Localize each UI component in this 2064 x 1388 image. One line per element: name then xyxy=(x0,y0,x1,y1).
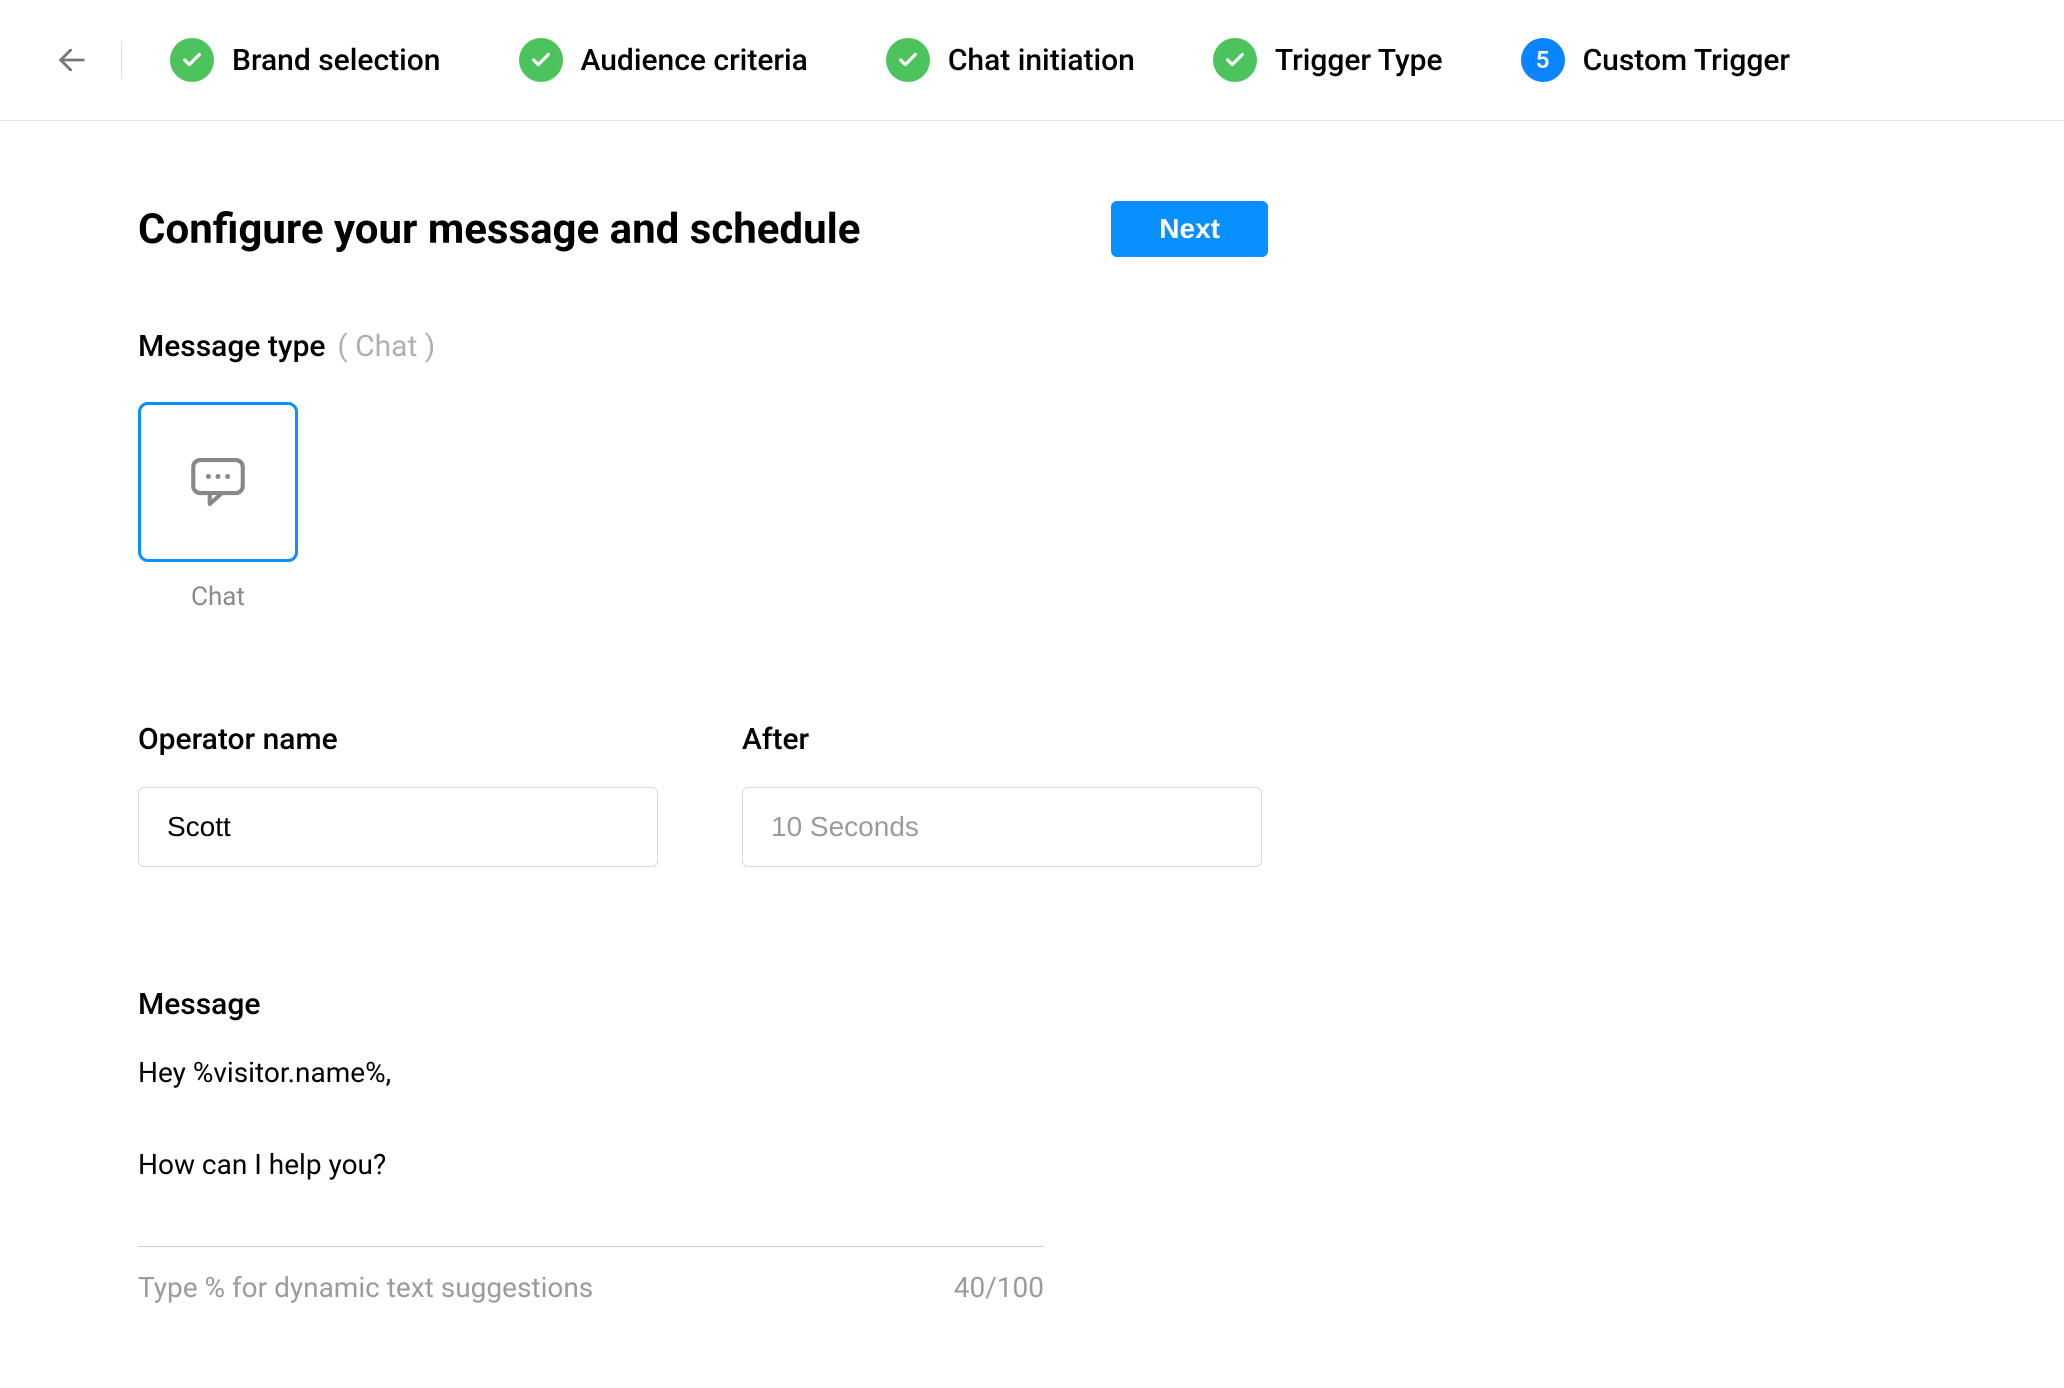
message-label: Message xyxy=(138,987,1044,1022)
back-button[interactable] xyxy=(52,40,92,80)
step-trigger-type[interactable]: Trigger Type xyxy=(1213,38,1443,82)
check-icon xyxy=(897,49,919,71)
step-brand-selection[interactable]: Brand selection xyxy=(170,38,441,82)
step-number: 5 xyxy=(1536,46,1550,74)
page-title: Configure your message and schedule xyxy=(138,205,860,254)
operator-name-label: Operator name xyxy=(138,722,658,757)
step-chat-initiation[interactable]: Chat initiation xyxy=(886,38,1135,82)
topbar-divider xyxy=(121,41,122,79)
wizard-topbar: Brand selection Audience criteria Chat i… xyxy=(0,0,2064,121)
step-badge-done xyxy=(1213,38,1257,82)
after-col: After xyxy=(742,722,1262,867)
message-type-section: Message type ( Chat ) Chat xyxy=(138,329,1280,612)
message-type-selected: ( Chat ) xyxy=(337,329,435,364)
check-icon xyxy=(1224,49,1246,71)
message-textarea[interactable]: Hey %visitor.name%, How can I help you? xyxy=(138,1050,1044,1210)
check-icon xyxy=(181,49,203,71)
step-audience-criteria[interactable]: Audience criteria xyxy=(519,38,808,82)
tile-chat-col: Chat xyxy=(138,402,298,612)
operator-name-input[interactable] xyxy=(138,787,658,867)
step-badge-done xyxy=(170,38,214,82)
step-badge-done xyxy=(886,38,930,82)
tile-chat-label: Chat xyxy=(191,582,245,612)
after-label: After xyxy=(742,722,1262,757)
chat-bubble-icon xyxy=(185,449,251,515)
arrow-left-icon xyxy=(55,43,89,77)
message-footer: Type % for dynamic text suggestions 40/1… xyxy=(138,1246,1044,1304)
operator-name-col: Operator name xyxy=(138,722,658,867)
title-row: Configure your message and schedule Next xyxy=(138,201,1268,257)
step-badge-done xyxy=(519,38,563,82)
after-input[interactable] xyxy=(742,787,1262,867)
step-label: Audience criteria xyxy=(581,43,808,78)
message-type-label: Message type xyxy=(138,329,326,364)
form-row: Operator name After xyxy=(138,722,1280,867)
message-hint: Type % for dynamic text suggestions xyxy=(138,1271,593,1304)
step-custom-trigger[interactable]: 5 Custom Trigger xyxy=(1521,38,1790,82)
back-button-wrap xyxy=(0,40,122,80)
message-counter: 40/100 xyxy=(954,1271,1044,1304)
wizard-steps: Brand selection Audience criteria Chat i… xyxy=(122,38,1790,82)
step-label: Chat initiation xyxy=(948,43,1135,78)
check-icon xyxy=(530,49,552,71)
message-type-tiles: Chat xyxy=(138,402,1280,612)
step-label: Trigger Type xyxy=(1275,43,1443,78)
main-content: Configure your message and schedule Next… xyxy=(0,121,1280,1304)
step-label: Custom Trigger xyxy=(1583,43,1790,78)
next-button[interactable]: Next xyxy=(1111,201,1268,257)
tile-chat[interactable] xyxy=(138,402,298,562)
message-block: Message Hey %visitor.name%, How can I he… xyxy=(138,987,1044,1304)
step-badge-active: 5 xyxy=(1521,38,1565,82)
step-label: Brand selection xyxy=(232,43,441,78)
